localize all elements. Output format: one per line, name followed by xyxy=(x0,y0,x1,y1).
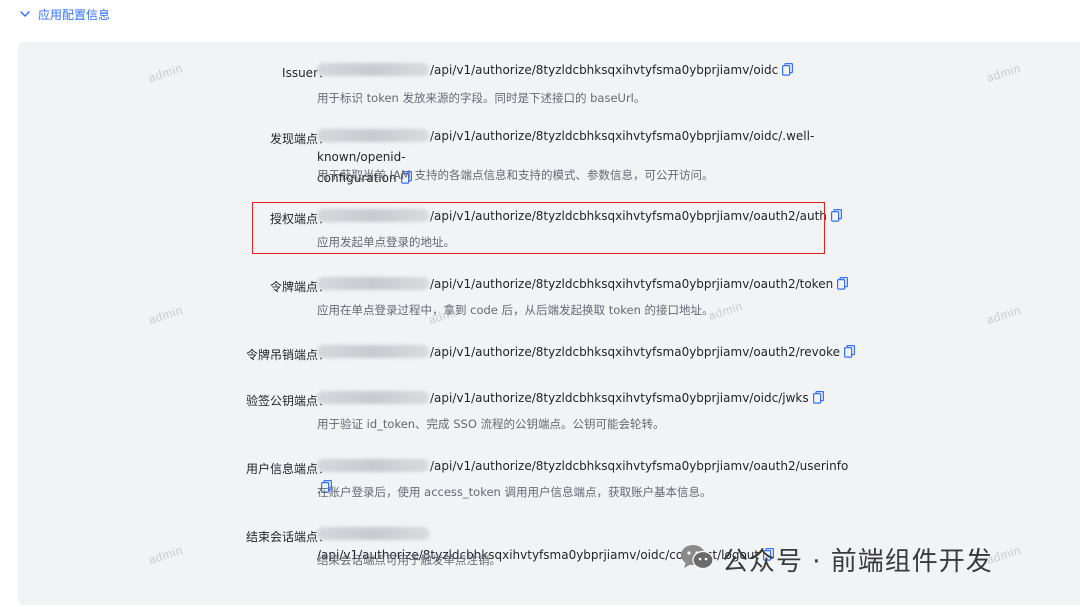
highlight-box xyxy=(252,202,825,254)
blurred-host xyxy=(317,277,429,290)
copy-icon[interactable] xyxy=(782,62,794,83)
copy-icon[interactable] xyxy=(837,276,849,297)
endpoint-value: /api/v1/authorize/8tyzldcbhksqxihvtyfsma… xyxy=(317,342,862,365)
copy-icon[interactable] xyxy=(844,344,856,365)
endpoint-value: /api/v1/authorize/8tyzldcbhksqxihvtyfsma… xyxy=(317,274,862,297)
endpoint-description: 用于验证 id_token、完成 SSO 流程的公钥端点。公钥可能会轮转。 xyxy=(317,417,665,431)
blurred-host xyxy=(317,129,429,142)
blurred-host xyxy=(317,63,429,76)
endpoint-value: /api/v1/authorize/8tyzldcbhksqxihvtyfsma… xyxy=(317,60,862,83)
watermark: admin xyxy=(146,542,185,568)
endpoint-path: /api/v1/authorize/8tyzldcbhksqxihvtyfsma… xyxy=(430,345,841,359)
endpoint-description: 用于标识 token 发放来源的字段。同时是下述接口的 baseUrl。 xyxy=(317,91,646,105)
chevron-down-icon xyxy=(18,7,32,21)
section-header[interactable]: 应用配置信息 xyxy=(18,4,110,24)
copy-icon[interactable] xyxy=(812,390,824,411)
config-panel: admin admin admin admin admin admin admi… xyxy=(18,42,1080,605)
blurred-host xyxy=(317,345,429,358)
endpoint-path: /api/v1/authorize/8tyzldcbhksqxihvtyfsma… xyxy=(430,277,834,291)
watermark: admin xyxy=(984,60,1023,86)
endpoint-description: 在账户登录后，使用 access_token 调用用户信息端点，获取账户基本信息… xyxy=(317,485,712,499)
endpoint-path: /api/v1/authorize/8tyzldcbhksqxihvtyfsma… xyxy=(430,63,779,77)
watermark: admin xyxy=(984,302,1023,328)
endpoint-value: /api/v1/authorize/8tyzldcbhksqxihvtyfsma… xyxy=(317,388,862,411)
blurred-host xyxy=(317,459,429,472)
copy-icon[interactable] xyxy=(830,208,842,229)
watermark: admin xyxy=(146,60,185,86)
blurred-host xyxy=(317,391,429,404)
wechat-icon xyxy=(680,543,714,575)
endpoint-description: 用于获取当前 IAM 支持的各端点信息和支持的模式、参数信息，可公开访问。 xyxy=(317,168,714,182)
brand-text: 公众号 · 前端组件开发 xyxy=(722,546,993,577)
section-title: 应用配置信息 xyxy=(38,7,111,22)
endpoint-path: /api/v1/authorize/8tyzldcbhksqxihvtyfsma… xyxy=(430,391,809,405)
endpoint-description: 应用在单点登录过程中，拿到 code 后，从后端发起换取 token 的接口地址… xyxy=(317,303,714,317)
endpoint-path: /api/v1/authorize/8tyzldcbhksqxihvtyfsma… xyxy=(430,459,849,473)
watermark: admin xyxy=(146,302,185,328)
endpoint-description: 结束会话端点可用于触发单点注销。 xyxy=(317,553,501,567)
brand-watermark: 公众号 · 前端组件开发 xyxy=(680,543,993,577)
blurred-host xyxy=(317,527,429,540)
